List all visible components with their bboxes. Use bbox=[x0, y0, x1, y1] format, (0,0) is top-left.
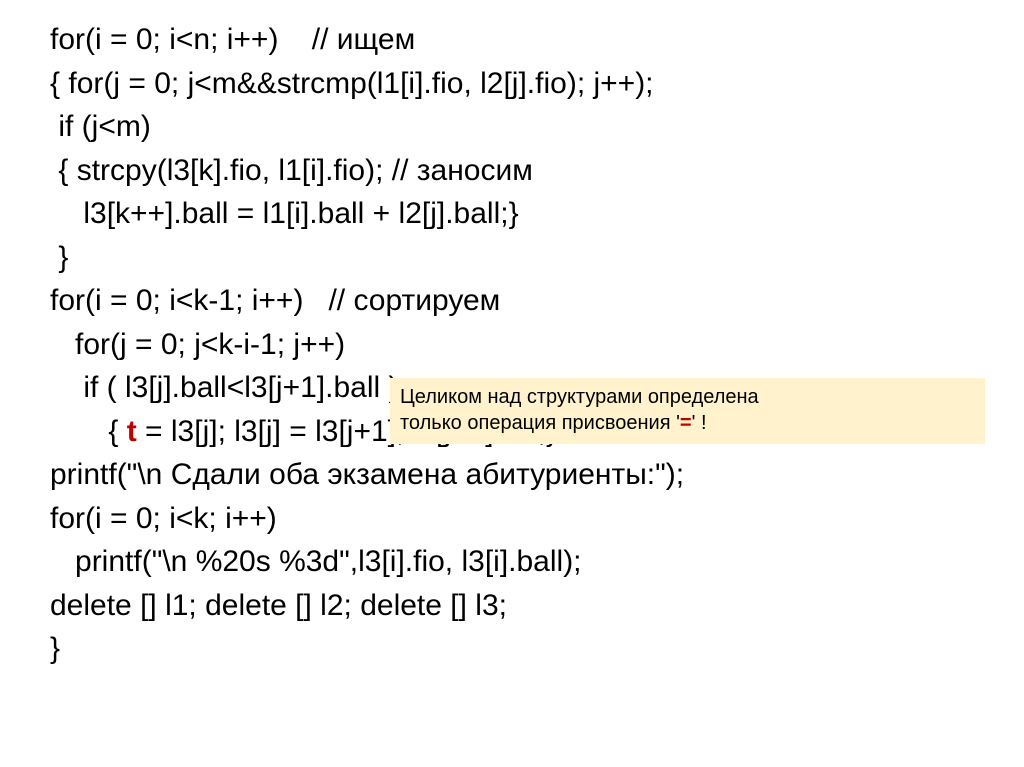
note-equals-sign: = bbox=[680, 412, 692, 434]
code-line-10a: { bbox=[50, 415, 127, 448]
code-line-11: printf("\n Сдали оба экзамена абитуриент… bbox=[50, 458, 684, 491]
note-line-2a: только операция присвоения ' bbox=[400, 412, 680, 434]
slide-content: for(i = 0; i<n; i++) // ищем { for(j = 0… bbox=[0, 0, 1024, 767]
code-line-10b: t bbox=[127, 415, 137, 448]
callout-note: Целиком над структурами определена тольк… bbox=[390, 378, 985, 444]
note-line-1: Целиком над структурами определена bbox=[400, 384, 975, 410]
code-line-6: } bbox=[50, 241, 68, 274]
code-line-9: if ( l3[j].ball<l3[j+1].ball ) bbox=[50, 371, 399, 404]
code-line-8: for(j = 0; j<k-i-1; j++) bbox=[50, 328, 345, 361]
note-line-2c: ' ! bbox=[692, 412, 707, 434]
code-line-5: l3[k++].ball = l1[i].ball + l2[j].ball;} bbox=[50, 197, 519, 230]
code-line-1: for(i = 0; i<n; i++) // ищем bbox=[50, 23, 415, 56]
code-line-3: if (j<m) bbox=[50, 110, 151, 143]
code-line-7: for(i = 0; i<k-1; i++) // сортируем bbox=[50, 284, 500, 317]
code-line-14: delete [] l1; delete [] l2; delete [] l3… bbox=[50, 589, 507, 622]
code-line-12: for(i = 0; i<k; i++) bbox=[50, 502, 277, 535]
code-line-2: { for(j = 0; j<m&&strcmp(l1[i].fio, l2[j… bbox=[50, 67, 654, 100]
code-line-15: } bbox=[50, 632, 60, 665]
code-block: for(i = 0; i<n; i++) // ищем { for(j = 0… bbox=[50, 18, 1024, 671]
code-line-4: { strcpy(l3[k].fio, l1[i].fio); // занос… bbox=[50, 154, 533, 187]
note-line-2: только операция присвоения '=' ! bbox=[400, 410, 975, 436]
code-line-13: printf("\n %20s %3d",l3[i].fio, l3[i].ba… bbox=[50, 545, 582, 578]
